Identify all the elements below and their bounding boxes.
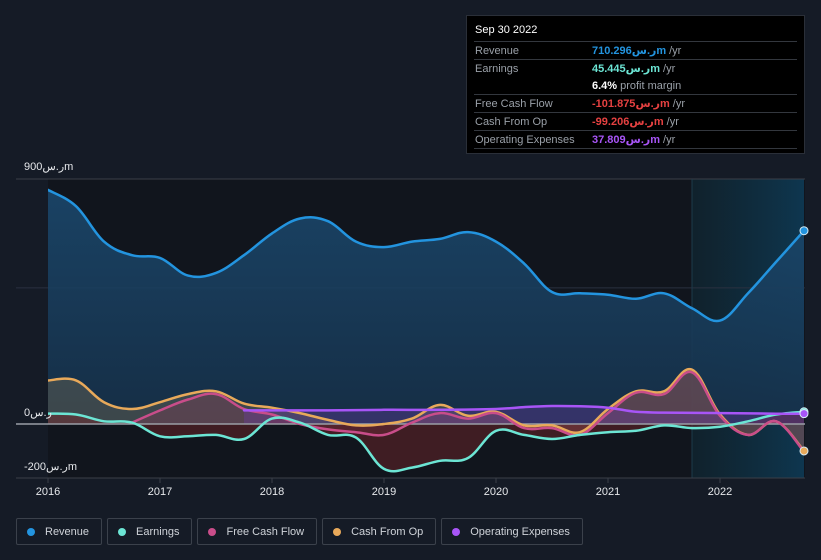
tooltip-row-value: 45.445ر.سm xyxy=(592,63,661,75)
tooltip-row: Cash From Op -99.206ر.سm/yr xyxy=(474,113,797,131)
tooltip-row-label: Revenue xyxy=(475,44,520,57)
legend-label: Revenue xyxy=(45,525,90,538)
tooltip-row: Free Cash Flow -101.875ر.سm/yr xyxy=(474,95,797,113)
tooltip-row-unit: /yr xyxy=(672,97,686,110)
tooltip-row-value: 37.809ر.سm xyxy=(592,134,661,146)
x-tick-label: 2019 xyxy=(372,486,396,498)
legend-dot-icon xyxy=(27,527,35,536)
tooltip-row-label: Cash From Op xyxy=(475,115,548,128)
legend-dot-icon xyxy=(333,527,342,536)
y-tick-label: 900ر.سm xyxy=(24,161,73,173)
tooltip-row-value: 710.296ر.سm xyxy=(592,45,667,57)
legend-item-revenue[interactable]: Revenue xyxy=(16,518,103,545)
legend-dot-icon xyxy=(118,527,127,536)
x-tick-label: 2018 xyxy=(260,486,284,498)
tooltip-row-unit: /yr xyxy=(669,44,682,57)
tooltip-date: Sep 30 2022 xyxy=(474,24,797,42)
legend-label: Earnings xyxy=(136,525,180,538)
tooltip-row-unit: /yr xyxy=(666,115,679,128)
tooltip-row-label: Free Cash Flow xyxy=(475,97,553,110)
x-tick-label: 2016 xyxy=(36,486,60,498)
x-tick-label: 2021 xyxy=(596,486,620,498)
legend-item-operating-expenses[interactable]: Operating Expenses xyxy=(441,518,583,545)
x-tick-label: 2020 xyxy=(484,486,508,498)
tooltip: Sep 30 2022 Revenue 710.296ر.سm/yr Earning… xyxy=(466,15,805,154)
tooltip-row-value: -101.875ر.سm xyxy=(592,98,670,110)
legend-item-earnings[interactable]: Earnings xyxy=(107,518,193,545)
tooltip-row-unit: profit margin xyxy=(620,79,682,92)
x-axis: 2016 2017 2018 2019 2020 2021 2022 xyxy=(36,478,732,498)
x-tick-label: 2022 xyxy=(708,486,732,498)
operating-expenses-end-marker[interactable] xyxy=(799,409,809,419)
tooltip-row-label: Earnings xyxy=(475,62,519,75)
tooltip-row-unit: /yr xyxy=(663,133,676,146)
revenue-end-marker[interactable] xyxy=(799,226,809,236)
tooltip-row-value: 6.4% xyxy=(592,79,618,92)
legend-label: Cash From Op xyxy=(351,525,424,538)
tooltip-row-label: Operating Expenses xyxy=(475,133,575,146)
tooltip-row-value: -99.206ر.سm xyxy=(592,116,664,128)
legend: Revenue Earnings Free Cash Flow Cash From O… xyxy=(16,518,583,545)
legend-item-free-cash-flow[interactable]: Free Cash Flow xyxy=(197,518,318,545)
tooltip-row: Earnings 45.445ر.سm/yr xyxy=(474,60,797,77)
tooltip-row-unit: /yr xyxy=(663,62,676,75)
cash-from-op-end-marker[interactable] xyxy=(799,446,809,456)
x-tick-label: 2017 xyxy=(148,486,172,498)
legend-label: Operating Expenses xyxy=(470,525,570,538)
legend-dot-icon xyxy=(452,527,461,536)
y-tick-label: -200ر.سm xyxy=(24,461,77,473)
tooltip-row: Revenue 710.296ر.سm/yr xyxy=(474,42,797,60)
y-tick-label: 0ر.س xyxy=(24,407,52,419)
tooltip-row: 6.4% profit margin xyxy=(474,77,797,95)
tooltip-row: Operating Expenses 37.809ر.سm/yr xyxy=(474,131,797,149)
legend-label: Free Cash Flow xyxy=(226,525,305,538)
legend-item-cash-from-op[interactable]: Cash From Op xyxy=(322,518,437,545)
legend-dot-icon xyxy=(208,527,217,536)
